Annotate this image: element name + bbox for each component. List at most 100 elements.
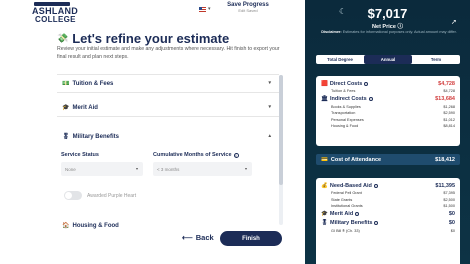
finish-label: Finish <box>242 235 260 242</box>
item-label: Books & Supplies <box>331 104 361 109</box>
indirect-costs-label: 🏛 Indirect Costs <box>321 96 373 102</box>
list-item: Housing & Food $8,814 <box>321 123 455 130</box>
item-value: $1,500 <box>443 204 455 209</box>
chevron-down-icon: ▾ <box>244 166 247 171</box>
chevron-down-icon: ▾ <box>135 166 138 171</box>
service-status-label: Service Status <box>61 152 99 158</box>
section-tuition-fees[interactable]: 💵 Tuition & Fees ▾ <box>57 74 279 93</box>
back-label: Back <box>195 233 214 242</box>
cost-summary-panel: ☾ $7,017 Net Price ⓘ ➚ Disclaimer: Estim… <box>305 0 470 264</box>
finish-button[interactable]: Finish <box>220 231 282 246</box>
section-label: Housing & Food <box>72 222 119 229</box>
estimate-editor: ASHLAND COLLEGE ▾ Save Progress Edit Sav… <box>0 0 305 264</box>
section-military-benefits[interactable]: 🎖 Military Benefits ▴ <box>57 128 279 145</box>
net-price-value: $7,017 <box>367 6 408 21</box>
medal-icon: 🎖 <box>62 134 70 140</box>
cost-of-attendance-bar: 💳 Cost of Attendance $18,412 <box>316 154 460 165</box>
info-icon[interactable] <box>364 81 369 86</box>
item-value: $1,268 <box>443 104 455 109</box>
military-benefits-text: Military Benefits <box>329 220 373 226</box>
logo-line2: COLLEGE <box>35 15 76 24</box>
section-label: Tuition & Fees <box>72 80 114 87</box>
merit-aid-value: $0 <box>448 211 455 217</box>
costs-card: 🟥 Direct Costs $4,728 Tuition & Fees $4,… <box>316 76 460 146</box>
item-value: $1,012 <box>443 117 455 122</box>
item-label: Transportation <box>331 111 356 116</box>
tab-term[interactable]: Term <box>412 55 460 64</box>
item-label: Tuition & Fees <box>331 89 356 94</box>
chevron-up-icon: ▴ <box>268 133 271 139</box>
months-of-service-label: Cumulative Months of Service i <box>153 152 239 158</box>
scrollbar[interactable] <box>279 75 283 225</box>
save-progress-button[interactable]: Save Progress Edit Saved <box>227 2 269 13</box>
purple-heart-label: Awarded Purple Heart <box>87 192 137 199</box>
money-bag-icon: 💰 <box>321 182 328 189</box>
edit-saved-label: Edit Saved <box>238 8 258 13</box>
list-item: GI Bill ® (Ch. 33) $0 <box>321 228 455 235</box>
section-header[interactable]: 🎖 Military Benefits ▴ <box>57 128 279 145</box>
info-icon[interactable]: i <box>233 152 239 158</box>
merit-aid-text: Merit Aid <box>329 211 354 217</box>
chevron-down-icon: ▾ <box>268 80 271 86</box>
scrollbar-thumb[interactable] <box>279 75 283 185</box>
purple-heart-toggle[interactable] <box>64 191 82 200</box>
purple-heart-toggle-row: Awarded Purple Heart <box>64 191 136 200</box>
page-title-text: Let's refine your estimate <box>72 31 230 46</box>
tab-annual[interactable]: Annual <box>364 55 412 64</box>
service-status-select[interactable]: None ▾ <box>61 162 143 176</box>
need-aid-label: 💰 Need-Based Aid <box>321 183 378 189</box>
item-label: Institutional Grants <box>331 204 363 209</box>
disclaimer: Disclaimer: Estimates for informational … <box>319 30 459 36</box>
military-field-labels: Service Status Cumulative Months of Serv… <box>61 152 239 158</box>
need-based-aid-row: 💰 Need-Based Aid $11,395 <box>321 181 455 190</box>
info-icon[interactable] <box>374 221 379 225</box>
service-status-value: None <box>65 166 76 172</box>
months-of-service-value: < 3 months <box>157 166 180 172</box>
item-value: $2,590 <box>443 111 455 116</box>
military-benefits-row: 🎖 Military Benefits $0 <box>321 219 455 228</box>
building-icon: 🏛 <box>321 96 328 102</box>
merit-aid-row: 🎓 Merit Aid $0 <box>321 210 455 219</box>
arrow-left-icon: ⟵ <box>182 233 193 242</box>
section-merit-aid[interactable]: 🎓 Merit Aid ▾ <box>57 99 279 117</box>
direct-costs-label: 🟥 Direct Costs <box>321 80 369 87</box>
info-icon[interactable] <box>355 212 360 216</box>
back-button[interactable]: ⟵ Back <box>182 233 214 242</box>
language-selector[interactable]: ▾ <box>199 6 211 12</box>
net-price-label: Net Price ⓘ <box>305 22 470 30</box>
coa-label: 💳 Cost of Attendance <box>321 157 381 163</box>
months-of-service-select[interactable]: < 3 months ▾ <box>153 162 252 176</box>
indirect-costs-value: $13,684 <box>435 96 455 102</box>
item-label: State Grants <box>331 197 353 202</box>
need-aid-value: $11,395 <box>435 182 455 189</box>
section-label: Military Benefits <box>72 133 119 140</box>
item-value: $8,814 <box>443 124 455 129</box>
section-header[interactable]: 💵 Tuition & Fees ▾ <box>57 75 279 92</box>
chevron-down-icon: ▾ <box>268 104 271 110</box>
coa-value: $18,412 <box>435 156 455 163</box>
item-value: $2,500 <box>443 197 455 202</box>
medal-icon: 🎖 <box>321 220 328 226</box>
chevron-down-icon: ▾ <box>208 6 211 12</box>
college-logo[interactable]: ASHLAND COLLEGE <box>30 2 78 24</box>
money-icon: 💸 <box>57 33 69 43</box>
tab-total-degree[interactable]: Total Degree <box>316 55 364 64</box>
info-icon[interactable] <box>368 97 373 101</box>
military-benefits-label: 🎖 Military Benefits <box>321 220 379 226</box>
house-icon: 🏠 <box>62 223 70 229</box>
item-label: GI Bill ® (Ch. 33) <box>331 228 360 233</box>
graduation-cap-icon: 🎓 <box>321 211 328 217</box>
indirect-costs-row: 🏛 Indirect Costs $13,684 <box>321 95 455 104</box>
graduation-cap-icon: 🎓 <box>62 105 70 111</box>
page-subtitle: Review your initial estimate and make an… <box>57 46 280 60</box>
section-header[interactable]: 🎓 Merit Aid ▾ <box>57 99 279 116</box>
months-label-text: Cumulative Months of Service <box>153 152 232 158</box>
item-value: $7,395 <box>443 191 455 196</box>
item-label: Personal Expenses <box>331 117 364 122</box>
cursor-icon: ➚ <box>451 19 457 26</box>
info-icon[interactable] <box>373 183 378 188</box>
period-tabs: Total Degree Annual Term <box>316 55 460 64</box>
direct-costs-value: $4,728 <box>438 80 455 87</box>
direct-costs-text: Direct Costs <box>329 80 363 87</box>
item-value: $0 <box>450 228 455 233</box>
